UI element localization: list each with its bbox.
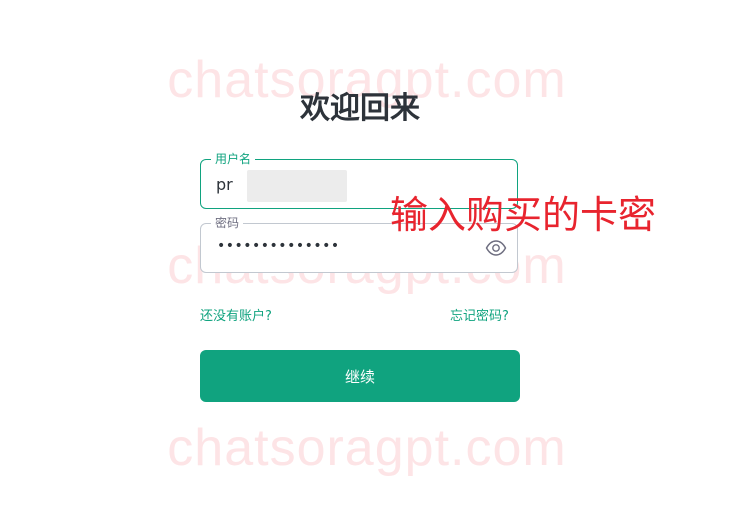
password-value[interactable]: •••••••••••••• [217,238,340,254]
watermark-bottom: chatsoragpt.com [167,419,567,477]
username-label: 用户名 [211,151,256,167]
purchase-code-annotation: 输入购买的卡密 [390,193,657,237]
login-page: chatsoragpt.com chatsoragpt.com chatsora… [0,0,734,509]
signup-link[interactable]: 还没有账户? [200,305,272,324]
password-label: 密码 [211,215,244,231]
continue-button[interactable]: 继续 [200,350,520,402]
forgot-password-link[interactable]: 忘记密码? [450,305,509,324]
eye-icon[interactable] [485,239,507,257]
username-redaction [247,170,347,202]
username-value[interactable]: pr [216,175,233,195]
page-title: 欢迎回来 [300,91,420,126]
